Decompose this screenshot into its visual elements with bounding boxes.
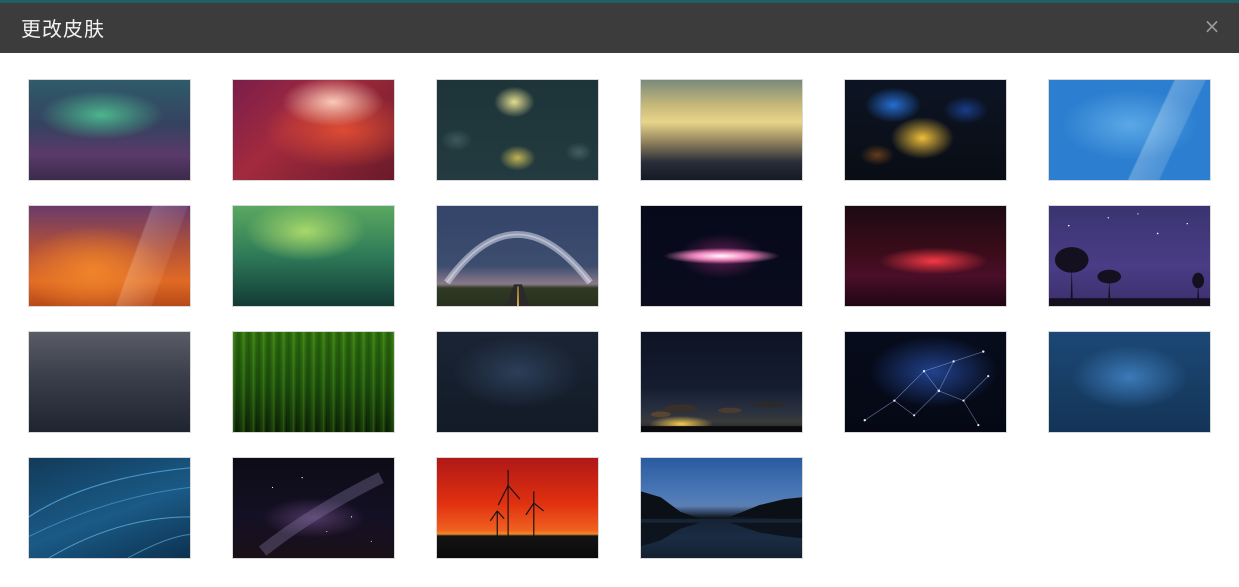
windmills-image <box>489 469 545 537</box>
change-skin-dialog: 更改皮肤 × <box>0 0 1239 587</box>
close-icon[interactable]: × <box>1201 15 1223 37</box>
skin-thumbnail-blue-network[interactable] <box>844 331 1007 433</box>
skin-thumbnail-green-curtain[interactable] <box>232 331 395 433</box>
skin-thumbnail-green-gradient[interactable] <box>232 205 395 307</box>
lake-dusk-image <box>641 491 802 558</box>
skin-thumbnail-blue-curves[interactable] <box>28 457 191 559</box>
skin-thumbnail-blue-glossy[interactable] <box>1048 79 1211 181</box>
night-sky-image <box>258 472 384 556</box>
skin-thumbnail-night-sky-stars[interactable] <box>232 457 395 559</box>
skin-thumbnail-teal-purple-blur[interactable] <box>28 79 191 181</box>
skin-thumbnail-pink-galaxy[interactable] <box>640 205 803 307</box>
network-image <box>863 350 990 427</box>
skin-thumbnail-red-nebula[interactable] <box>844 205 1007 307</box>
dialog-titlebar: 更改皮肤 × <box>0 3 1239 53</box>
skin-thumbnail-blue-lake-dusk[interactable] <box>640 457 803 559</box>
skin-thumbnail-blue-gradient[interactable] <box>1048 331 1211 433</box>
skin-thumbnail-dark-gray-gradient[interactable] <box>28 331 191 433</box>
skin-thumbnail-milky-way-road[interactable] <box>436 205 599 307</box>
skin-thumbnail-teal-yellow-bokeh[interactable] <box>436 79 599 181</box>
milky-way-road-image <box>437 206 598 306</box>
skin-thumbnail-sunset-clouds[interactable] <box>640 331 803 433</box>
night-trees-image <box>1049 213 1210 306</box>
skin-thumbnail-dark-blue-gradient[interactable] <box>436 331 599 433</box>
skin-thumbnail-orange-purple-glossy[interactable] <box>28 205 191 307</box>
sunset-clouds-image <box>641 401 802 432</box>
blue-curves-image <box>29 467 190 558</box>
skin-thumbnail-red-sunset-windmills[interactable] <box>436 457 599 559</box>
dialog-title: 更改皮肤 <box>21 17 105 41</box>
skin-thumbnail-golden-horizon-blur[interactable] <box>640 79 803 181</box>
skin-thumbnail-red-orange-blur[interactable] <box>232 79 395 181</box>
skin-thumbnail-purple-night-trees[interactable] <box>1048 205 1211 307</box>
skin-thumbnail-blue-orange-bokeh[interactable] <box>844 79 1007 181</box>
